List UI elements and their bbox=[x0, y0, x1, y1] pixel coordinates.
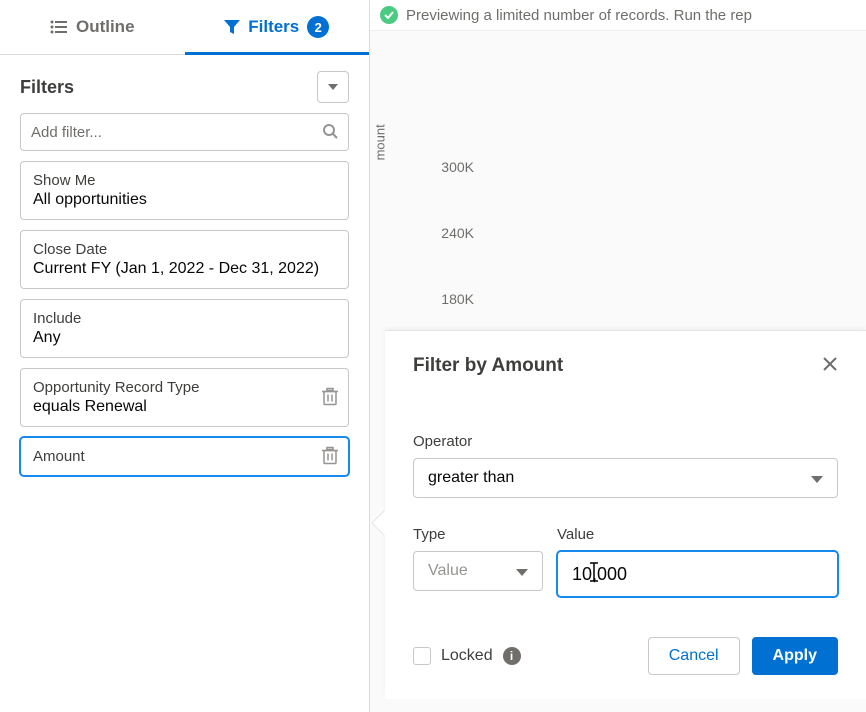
filters-count-badge: 2 bbox=[307, 16, 329, 38]
outline-icon bbox=[50, 20, 68, 34]
chart-area: mount 300K 240K 180K bbox=[370, 31, 866, 311]
preview-status-bar: Previewing a limited number of records. … bbox=[370, 0, 866, 31]
filter-label: Amount bbox=[33, 448, 336, 465]
value-input[interactable] bbox=[557, 551, 838, 597]
filter-value: All opportunities bbox=[33, 191, 336, 209]
filters-panel-title: Filters bbox=[20, 77, 74, 98]
filter-card-close-date[interactable]: Close Date Current FY (Jan 1, 2022 - Dec… bbox=[20, 230, 349, 289]
locked-checkbox[interactable] bbox=[413, 647, 431, 665]
filter-card-amount[interactable]: Amount bbox=[20, 437, 349, 476]
operator-select[interactable]: greater than bbox=[413, 458, 838, 498]
filter-card-show-me[interactable]: Show Me All opportunities bbox=[20, 161, 349, 220]
sidebar: Outline Filters 2 Filters bbox=[0, 0, 370, 712]
filter-card-opportunity-record-type[interactable]: Opportunity Record Type equals Renewal bbox=[20, 368, 349, 427]
chevron-down-icon bbox=[516, 563, 528, 579]
value-label: Value bbox=[557, 526, 838, 543]
filter-value: equals Renewal bbox=[33, 398, 336, 416]
filter-label: Include bbox=[33, 310, 336, 327]
trash-icon[interactable] bbox=[322, 446, 338, 467]
info-icon[interactable]: i bbox=[503, 647, 521, 665]
chevron-down-icon bbox=[811, 470, 823, 486]
filter-label: Show Me bbox=[33, 172, 336, 189]
trash-icon[interactable] bbox=[322, 387, 338, 408]
operator-value: greater than bbox=[428, 469, 811, 487]
type-label: Type bbox=[413, 526, 543, 543]
type-value: Value bbox=[428, 562, 516, 580]
filter-by-amount-popover: Filter by Amount Operator greater than T… bbox=[385, 330, 866, 699]
y-tick: 240K bbox=[430, 225, 474, 241]
popover-title: Filter by Amount bbox=[413, 355, 563, 377]
tab-outline[interactable]: Outline bbox=[0, 0, 185, 54]
type-select[interactable]: Value bbox=[413, 551, 543, 591]
search-icon bbox=[322, 123, 338, 142]
operator-label: Operator bbox=[413, 433, 838, 450]
filter-label: Close Date bbox=[33, 241, 336, 258]
cancel-button[interactable]: Cancel bbox=[648, 637, 740, 675]
y-tick: 300K bbox=[430, 159, 474, 175]
filters-options-dropdown[interactable] bbox=[317, 71, 349, 103]
tab-filters[interactable]: Filters 2 bbox=[185, 0, 370, 54]
filter-card-include[interactable]: Include Any bbox=[20, 299, 349, 358]
filter-value: Current FY (Jan 1, 2022 - Dec 31, 2022) bbox=[33, 260, 336, 278]
tabs: Outline Filters 2 bbox=[0, 0, 369, 55]
add-filter-search[interactable] bbox=[20, 113, 349, 151]
filters-panel-header: Filters bbox=[0, 55, 369, 113]
apply-button[interactable]: Apply bbox=[752, 637, 838, 675]
tab-filters-label: Filters bbox=[248, 17, 299, 37]
y-axis-label: mount bbox=[373, 124, 388, 160]
y-tick: 180K bbox=[430, 291, 474, 307]
close-icon[interactable] bbox=[822, 356, 838, 377]
add-filter-input[interactable] bbox=[31, 124, 322, 141]
filter-value: Any bbox=[33, 329, 336, 347]
filter-list: Show Me All opportunities Close Date Cur… bbox=[0, 161, 369, 486]
preview-message: Previewing a limited number of records. … bbox=[406, 7, 752, 24]
locked-label: Locked bbox=[441, 647, 493, 665]
tab-outline-label: Outline bbox=[76, 17, 135, 37]
check-icon bbox=[380, 6, 398, 24]
filter-label: Opportunity Record Type bbox=[33, 379, 336, 396]
filter-icon bbox=[224, 20, 240, 34]
